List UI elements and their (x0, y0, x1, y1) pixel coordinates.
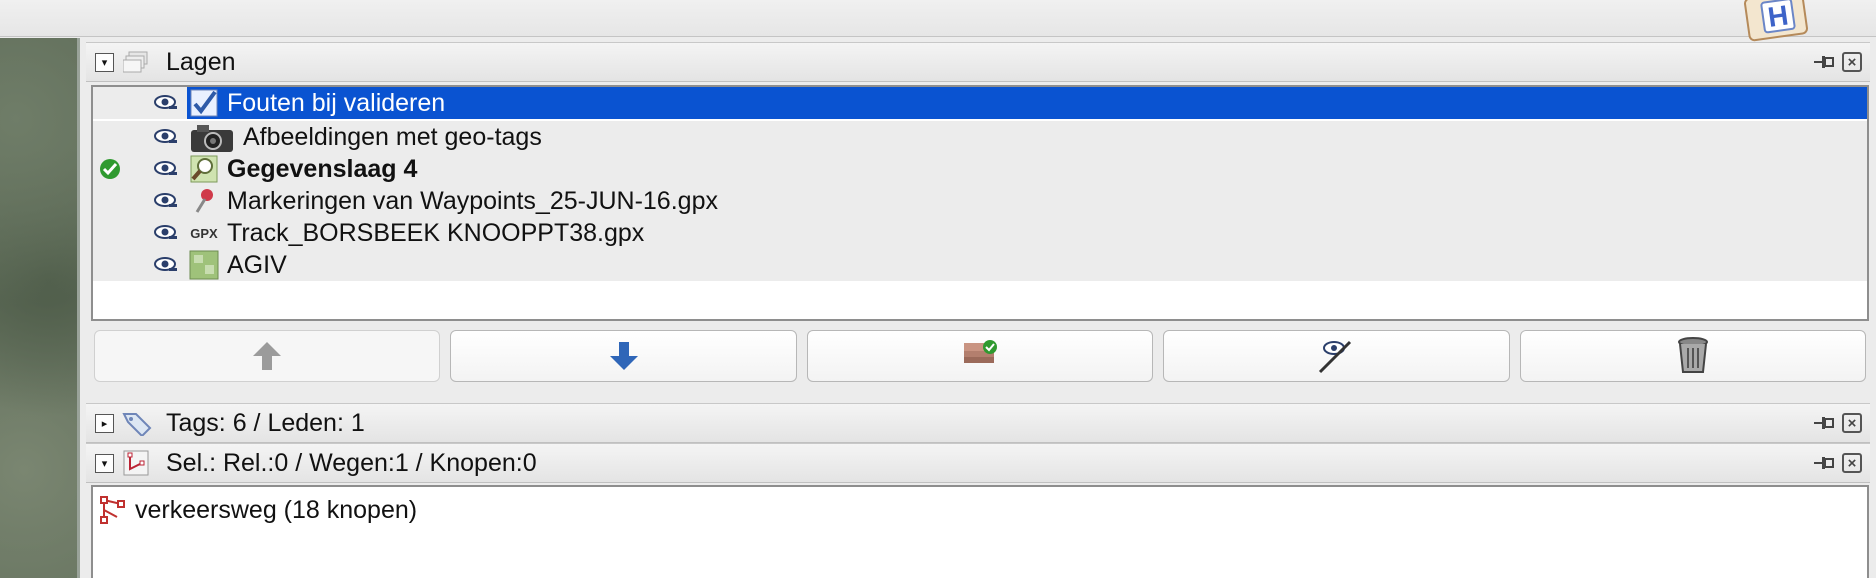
expand-toggle[interactable]: ▸ (95, 413, 114, 433)
gpx-icon: GPX (187, 218, 221, 248)
imagery-icon (187, 250, 221, 280)
close-icon[interactable]: × (1842, 413, 1862, 433)
hide-eye-icon (1319, 340, 1352, 374)
active-layer-check-icon (98, 157, 122, 181)
layers-list[interactable]: Fouten bij valideren Afbeeldingen met ge… (91, 85, 1869, 321)
layer-row[interactable]: Markeringen van Waypoints_25-JUN-16.gpx (93, 185, 1867, 217)
way-icon (100, 496, 125, 524)
gpx-badge-label: GPX (190, 225, 218, 241)
arrow-up-icon (253, 342, 282, 370)
selection-list[interactable]: verkeersweg (18 knopen) (91, 485, 1869, 578)
pin-icon[interactable] (1814, 412, 1836, 434)
layer-row[interactable]: Fouten bij valideren (93, 87, 1867, 119)
layer-row[interactable]: AGIV (93, 249, 1867, 281)
collapse-toggle[interactable]: ▾ (95, 453, 114, 473)
tags-panel-header: ▸ Tags: 6 / Leden: 1 × (86, 403, 1870, 443)
selection-item-label: verkeersweg (18 knopen) (135, 495, 418, 524)
toggle-visibility-button[interactable] (1163, 330, 1510, 382)
layers-stack-icon (122, 48, 152, 76)
pin-icon[interactable] (1814, 452, 1836, 474)
delete-layer-button[interactable] (1519, 330, 1867, 382)
close-icon[interactable]: × (1842, 453, 1862, 473)
panel-title: Tags: 6 / Leden: 1 (166, 408, 365, 437)
layer-name: AGIV (227, 250, 287, 279)
eye-icon[interactable] (153, 128, 179, 146)
panel-title: Lagen (166, 47, 236, 76)
arrow-down-icon (609, 342, 638, 370)
layer-name: Fouten bij valideren (227, 88, 446, 117)
map-view[interactable] (0, 38, 80, 578)
eye-icon[interactable] (153, 160, 179, 178)
layer-name: Gegevenslaag 4 (227, 154, 418, 183)
activate-layer-icon (964, 340, 998, 363)
list-item[interactable]: verkeersweg (18 knopen) (99, 495, 417, 525)
map-badge-letter: H (1759, 0, 1797, 34)
layer-name: Markeringen van Waypoints_25-JUN-16.gpx (227, 186, 718, 215)
tag-icon (122, 409, 152, 437)
activate-layer-button[interactable] (806, 330, 1154, 382)
layer-row[interactable]: Afbeeldingen met geo-tags (93, 121, 1867, 153)
layer-name: Track_BORSBEEK KNOOPPT38.gpx (227, 218, 645, 247)
eye-icon[interactable] (153, 256, 179, 274)
selection-icon (122, 449, 152, 477)
selection-panel-header: ▾ Sel.: Rel.:0 / Wegen:1 / Knopen:0 × (86, 443, 1870, 483)
eye-icon[interactable] (153, 94, 179, 112)
trash-icon (1677, 337, 1708, 373)
camera-icon (187, 122, 237, 152)
close-icon[interactable]: × (1842, 52, 1862, 72)
layer-name: Afbeeldingen met geo-tags (243, 122, 542, 151)
top-toolbar: H (0, 0, 1876, 42)
validation-check-icon (187, 88, 221, 118)
data-layer-icon (187, 154, 221, 184)
pin-icon[interactable] (1814, 51, 1836, 73)
panel-title: Sel.: Rel.:0 / Wegen:1 / Knopen:0 (166, 448, 537, 477)
layers-panel-header: ▾ Lagen × (86, 42, 1870, 82)
move-up-button[interactable] (94, 330, 441, 382)
layer-row[interactable]: Gegevenslaag 4 (93, 153, 1867, 185)
layer-row[interactable]: GPX Track_BORSBEEK KNOOPPT38.gpx (93, 217, 1867, 249)
layer-buttons (94, 330, 1867, 382)
move-down-button[interactable] (450, 330, 797, 382)
collapse-toggle[interactable]: ▾ (95, 52, 114, 72)
eye-icon[interactable] (153, 224, 179, 242)
map-marker-badge[interactable]: H (1743, 0, 1809, 42)
pushpin-icon (187, 186, 221, 216)
eye-icon[interactable] (153, 192, 179, 210)
